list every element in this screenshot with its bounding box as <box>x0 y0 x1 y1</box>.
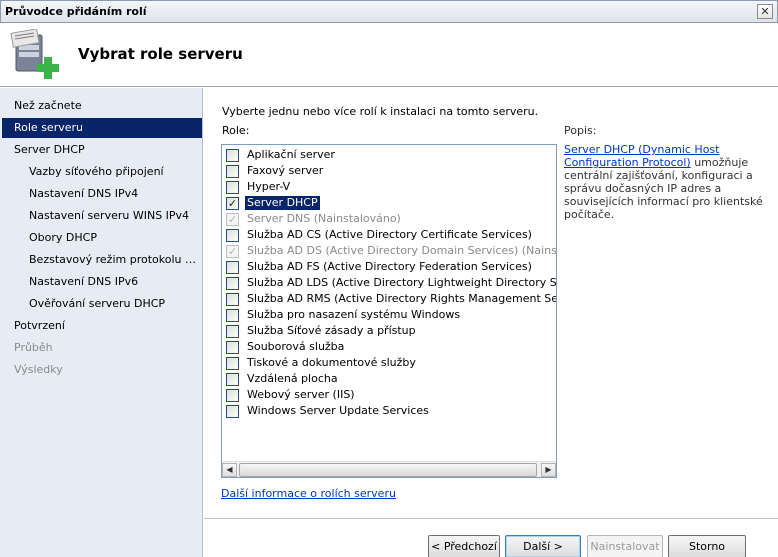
role-row[interactable]: Aplikační server <box>226 147 556 163</box>
role-checkbox[interactable] <box>226 277 239 290</box>
role-label: Windows Server Update Services <box>247 404 429 417</box>
role-checkbox[interactable] <box>226 293 239 306</box>
role-label: Server DNS (Nainstalováno) <box>247 212 401 225</box>
wizard-footer: < Předchozí Další > Nainstalovat Storno <box>204 518 778 557</box>
role-checkbox[interactable] <box>226 357 239 370</box>
role-row[interactable]: Webový server (IIS) <box>226 387 556 403</box>
scroll-right-button[interactable]: ▶ <box>541 463 556 477</box>
role-row[interactable]: Služba Síťové zásady a přístup <box>226 323 556 339</box>
window-title: Průvodce přidáním rolí <box>5 5 147 18</box>
role-checkbox[interactable] <box>226 165 239 178</box>
role-label: Služba pro nasazení systému Windows <box>247 308 461 321</box>
sidebar-item: Průběh <box>14 341 53 354</box>
role-checkbox[interactable] <box>226 341 239 354</box>
role-row[interactable]: Služba pro nasazení systému Windows <box>226 307 556 323</box>
role-label: Vzdálená plocha <box>247 372 338 385</box>
role-row[interactable]: Windows Server Update Services <box>226 403 556 419</box>
role-checkbox: ✓ <box>226 245 239 258</box>
role-row[interactable]: Souborová služba <box>226 339 556 355</box>
role-label: Služba AD LDS (Active Directory Lightwei… <box>247 276 557 289</box>
role-label: Aplikační server <box>247 148 335 161</box>
sidebar-item[interactable]: Nastavení serveru WINS IPv4 <box>2 206 202 226</box>
main-content: Vyberte jednu nebo více rolí k instalaci… <box>204 88 778 518</box>
role-label: Služba Síťové zásady a přístup <box>247 324 416 337</box>
sidebar-item[interactable]: Než začnete <box>2 96 202 116</box>
description-panel: Popis: Server DHCP (Dynamic Host Configu… <box>564 124 764 221</box>
role-row: ✓ Služba AD DS (Active Directory Domain S… <box>226 243 557 259</box>
role-label: Služba AD RMS (Active Directory Rights M… <box>247 292 557 305</box>
description-label: Popis: <box>564 124 597 137</box>
role-row[interactable]: Faxový server <box>226 163 556 179</box>
intro-text: Vyberte jednu nebo více rolí k instalaci… <box>222 105 539 118</box>
sidebar-item[interactable]: Nastavení DNS IPv4 <box>2 184 202 204</box>
close-icon: ✕ <box>760 5 770 18</box>
role-row[interactable]: Služba AD LDS (Active Directory Lightwei… <box>226 275 557 291</box>
sidebar-item: Výsledky <box>14 363 63 376</box>
wizard-steps-sidebar: Než začnete Role serveru Server DHCP Vazby … <box>0 88 203 557</box>
role-label: Tiskové a dokumentové služby <box>247 356 416 369</box>
sidebar-item[interactable]: Vazby síťového připojení <box>2 162 202 182</box>
role-label: Webový server (IIS) <box>247 388 355 401</box>
role-row: ✓ Server DNS (Nainstalováno) <box>226 211 556 227</box>
sidebar-item[interactable]: Obory DHCP <box>2 228 202 248</box>
role-checkbox[interactable] <box>226 325 239 338</box>
role-label: Služba AD FS (Active Directory Federatio… <box>247 260 532 273</box>
role-checkbox[interactable] <box>226 229 239 242</box>
close-button[interactable]: ✕ <box>757 4 773 19</box>
server-roles-icon <box>10 29 59 79</box>
role-checkbox[interactable] <box>226 261 239 274</box>
role-row[interactable]: Služba AD FS (Active Directory Federatio… <box>226 259 556 275</box>
scroll-left-icon: ◀ <box>226 465 233 474</box>
scrollbar-thumb[interactable] <box>239 463 537 477</box>
role-checkbox[interactable] <box>226 405 239 418</box>
role-checkbox: ✓ <box>226 213 239 226</box>
sidebar-item[interactable]: Role serveru <box>2 118 202 138</box>
role-checkbox[interactable] <box>226 149 239 162</box>
horizontal-scrollbar[interactable]: ◀ ▶ <box>222 461 556 477</box>
role-label: Služba AD CS (Active Directory Certifica… <box>247 228 532 241</box>
back-button[interactable]: < Předchozí <box>428 535 500 557</box>
roles-listbox[interactable]: Windows Server Update Services Webový ser… <box>221 144 557 478</box>
page-title: Vybrat role serveru <box>78 45 243 63</box>
cancel-button[interactable]: Storno <box>668 535 746 557</box>
role-row[interactable]: ✓ Server DHCP <box>226 195 556 211</box>
check-icon: ✓ <box>227 213 238 226</box>
role-label: Faxový server <box>247 164 324 177</box>
check-icon: ✓ <box>227 245 238 258</box>
role-label: Hyper-V <box>247 180 291 193</box>
install-button[interactable]: Nainstalovat <box>587 535 663 557</box>
role-checkbox[interactable] <box>226 181 239 194</box>
role-checkbox[interactable] <box>226 309 239 322</box>
more-info-link[interactable]: Další informace o rolích serveru <box>221 487 396 500</box>
role-row[interactable]: Vzdálená plocha <box>226 371 556 387</box>
sidebar-item[interactable]: Server DHCP <box>2 140 202 160</box>
sidebar-item[interactable]: Nastavení DNS IPv6 <box>2 272 202 292</box>
role-row[interactable]: Služba AD RMS (Active Directory Rights M… <box>226 291 557 307</box>
role-label: Souborová služba <box>247 340 345 353</box>
scroll-right-icon: ▶ <box>545 465 552 474</box>
sidebar-item[interactable]: Ověřování serveru DHCP <box>2 294 202 314</box>
scroll-left-button[interactable]: ◀ <box>222 463 237 477</box>
role-checkbox[interactable] <box>226 389 239 402</box>
role-label: Server DHCP <box>245 196 320 210</box>
window-titlebar: Průvodce přidáním rolí ✕ <box>0 0 778 23</box>
role-row[interactable]: Služba AD CS (Active Directory Certifica… <box>226 227 556 243</box>
role-row[interactable]: Tiskové a dokumentové služby <box>226 355 556 371</box>
wizard-header: Vybrat role serveru <box>0 23 778 87</box>
roles-label: Role: <box>222 124 250 137</box>
next-button[interactable]: Další > <box>505 535 581 557</box>
role-label: Služba AD DS (Active Directory Domain Se… <box>247 244 557 257</box>
role-row[interactable]: Hyper-V <box>226 179 556 195</box>
sidebar-item[interactable]: Potvrzení <box>2 316 202 336</box>
role-checkbox[interactable] <box>226 373 239 386</box>
role-checkbox[interactable]: ✓ <box>226 197 239 210</box>
sidebar-item[interactable]: Bezstavový režim protokolu D... <box>2 250 202 270</box>
check-icon: ✓ <box>227 197 238 210</box>
